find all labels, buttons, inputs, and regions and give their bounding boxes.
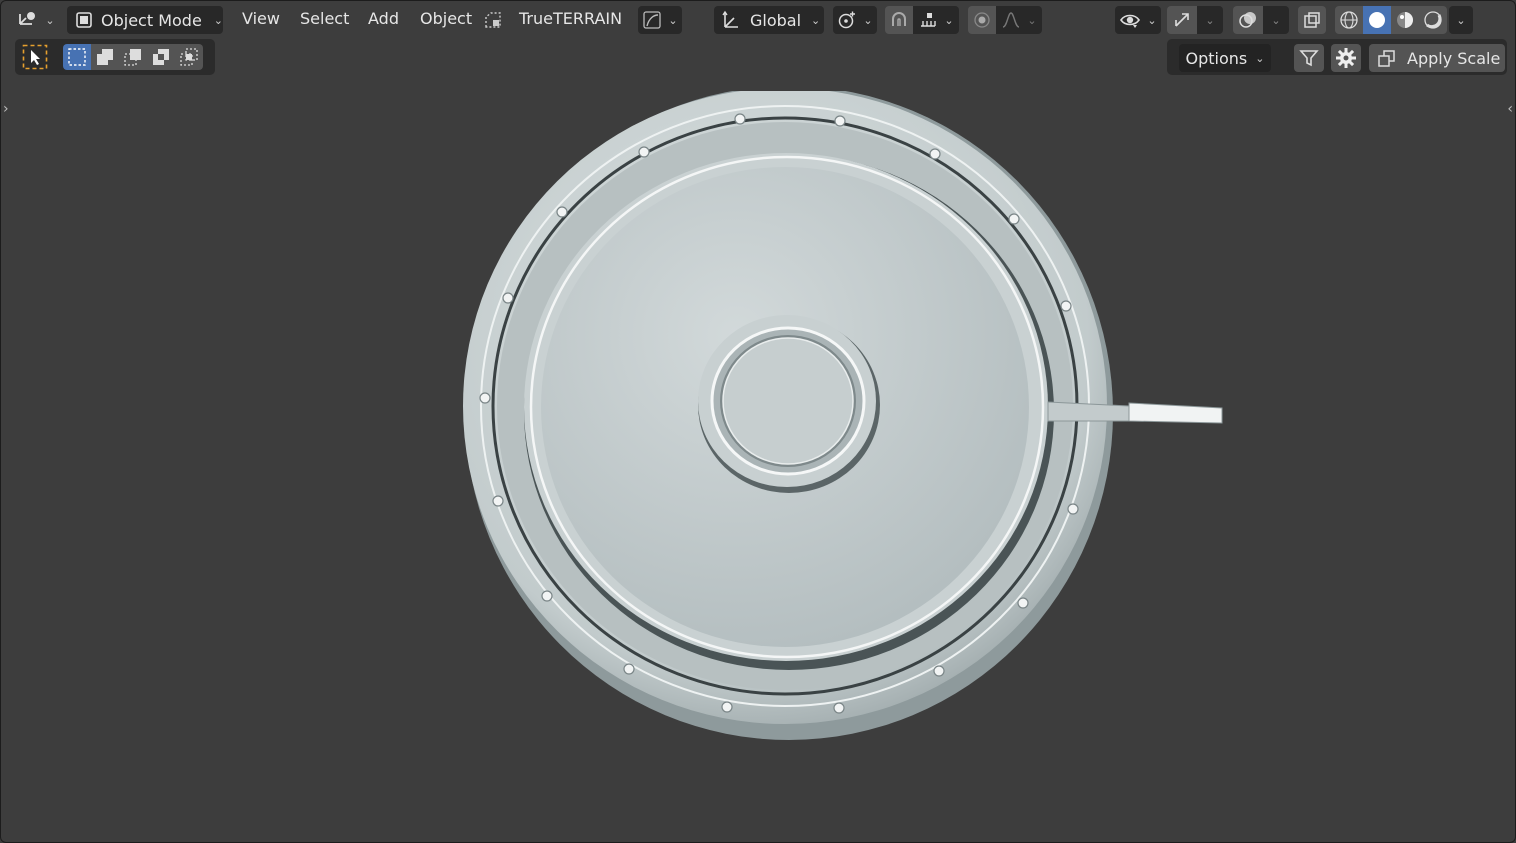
apply-scale-button[interactable]: Apply Scale xyxy=(1369,44,1505,72)
3d-viewport[interactable]: ⌄ Object Mode ⌄ View Select Add Object T… xyxy=(0,0,1516,843)
select-mode-difference[interactable] xyxy=(147,44,175,70)
filter-button[interactable] xyxy=(1294,44,1324,72)
shading-mode-group xyxy=(1335,6,1447,34)
select-mode-subtract[interactable] xyxy=(119,44,147,70)
proportional-edit-toggle[interactable] xyxy=(968,6,996,34)
chevron-down-icon: ⌄ xyxy=(863,13,873,27)
material-shading-icon xyxy=(1395,10,1415,30)
cursor-select-icon xyxy=(22,44,48,70)
xray-toggle[interactable] xyxy=(1298,6,1326,34)
options-label: Options xyxy=(1185,48,1248,68)
settings-button[interactable] xyxy=(1331,44,1361,72)
wireframe-shading-icon xyxy=(1339,10,1359,30)
snap-toggle[interactable] xyxy=(885,6,913,34)
axis-editor-icon xyxy=(17,10,39,30)
select-tool-button[interactable] xyxy=(21,44,49,70)
options-dropdown[interactable]: Options ⌄ xyxy=(1179,44,1271,72)
shading-rendered-button[interactable] xyxy=(1419,6,1447,34)
gizmo-icon xyxy=(1172,10,1192,30)
menu-select[interactable]: Select xyxy=(300,9,349,28)
chevron-down-icon: ⌄ xyxy=(45,13,55,27)
select-mode-set[interactable] xyxy=(63,44,91,70)
extend-icon xyxy=(95,47,115,67)
falloff-curve-icon xyxy=(1001,10,1021,30)
chevron-down-icon: ⌄ xyxy=(1205,13,1215,27)
magnet-icon xyxy=(889,10,909,30)
toolbar-expand-icon[interactable]: › xyxy=(3,101,9,117)
shading-material-button[interactable] xyxy=(1391,6,1419,34)
chevron-down-icon: ⌄ xyxy=(1027,13,1037,27)
pivot-point-dropdown[interactable]: ⌄ xyxy=(833,6,877,34)
gear-icon xyxy=(1335,47,1357,69)
solid-shading-icon xyxy=(1367,10,1387,30)
menu-trueterrain[interactable]: TrueTERRAIN xyxy=(519,9,622,28)
orientation-axes-icon xyxy=(720,10,740,30)
mode-label: Object Mode xyxy=(101,10,202,30)
curve-dropdown[interactable]: ⌄ xyxy=(638,6,682,34)
terrain-addon-icon xyxy=(483,10,503,30)
editor-type-button[interactable]: ⌄ xyxy=(15,6,57,34)
chevron-down-icon: ⌄ xyxy=(811,13,821,27)
difference-icon xyxy=(151,47,171,67)
falloff-dropdown[interactable]: ⌄ xyxy=(996,6,1042,34)
handle-arm xyxy=(1047,401,1130,422)
tool-header xyxy=(15,39,215,75)
menu-add[interactable]: Add xyxy=(368,9,399,28)
visibility-dropdown[interactable]: ⌄ xyxy=(1115,6,1161,34)
chevron-down-icon: ⌄ xyxy=(213,13,224,27)
apply-scale-label: Apply Scale xyxy=(1407,48,1501,68)
chevron-down-icon: ⌄ xyxy=(1255,51,1265,65)
snap-target-dropdown[interactable]: ⌄ xyxy=(913,6,959,34)
mode-dropdown[interactable]: Object Mode ⌄ xyxy=(67,6,223,34)
apply-scale-icon xyxy=(1377,48,1397,68)
chevron-down-icon: ⌄ xyxy=(944,13,954,27)
chevron-down-icon: ⌄ xyxy=(1147,13,1157,27)
hub-window xyxy=(722,337,854,465)
overlay-dropdown[interactable]: ⌄ xyxy=(1263,6,1289,34)
tool-header-right: Options ⌄ Apply Scale xyxy=(1167,39,1507,75)
sidebar-expand-icon[interactable]: ‹ xyxy=(1507,101,1513,117)
filter-icon xyxy=(1299,48,1319,68)
handle-grip xyxy=(1128,402,1223,424)
gizmo-toggle[interactable] xyxy=(1167,6,1197,34)
chevron-down-icon: ⌄ xyxy=(1271,13,1281,27)
gizmo-dropdown[interactable]: ⌄ xyxy=(1197,6,1223,34)
shading-wireframe-button[interactable] xyxy=(1335,6,1363,34)
hatch-model[interactable] xyxy=(441,91,1241,751)
set-icon xyxy=(67,47,87,67)
selection-mode-group xyxy=(63,44,203,70)
intersect-icon xyxy=(179,47,199,67)
viewport-header: ⌄ Object Mode ⌄ View Select Add Object T… xyxy=(1,1,1516,41)
chevron-down-icon: ⌄ xyxy=(1456,13,1466,27)
rendered-shading-icon xyxy=(1423,10,1443,30)
overlay-icon xyxy=(1238,10,1258,30)
object-mode-icon xyxy=(75,11,93,29)
xray-icon xyxy=(1302,10,1322,30)
subtract-icon xyxy=(123,47,143,67)
curve-icon xyxy=(642,10,662,30)
overlay-toggle[interactable] xyxy=(1233,6,1263,34)
pivot-point-icon xyxy=(837,10,857,30)
eye-icon xyxy=(1119,10,1141,30)
menu-view[interactable]: View xyxy=(242,9,280,28)
snap-increment-icon xyxy=(918,10,938,30)
select-mode-intersect[interactable] xyxy=(175,44,203,70)
proportional-edit-icon xyxy=(972,10,992,30)
chevron-down-icon: ⌄ xyxy=(668,13,678,27)
menu-object[interactable]: Object xyxy=(420,9,472,28)
transform-orientation-dropdown[interactable]: Global ⌄ xyxy=(714,6,824,34)
orientation-label: Global xyxy=(750,10,802,30)
select-mode-extend[interactable] xyxy=(91,44,119,70)
shading-options-dropdown[interactable]: ⌄ xyxy=(1449,6,1473,34)
shading-solid-button[interactable] xyxy=(1363,6,1391,34)
